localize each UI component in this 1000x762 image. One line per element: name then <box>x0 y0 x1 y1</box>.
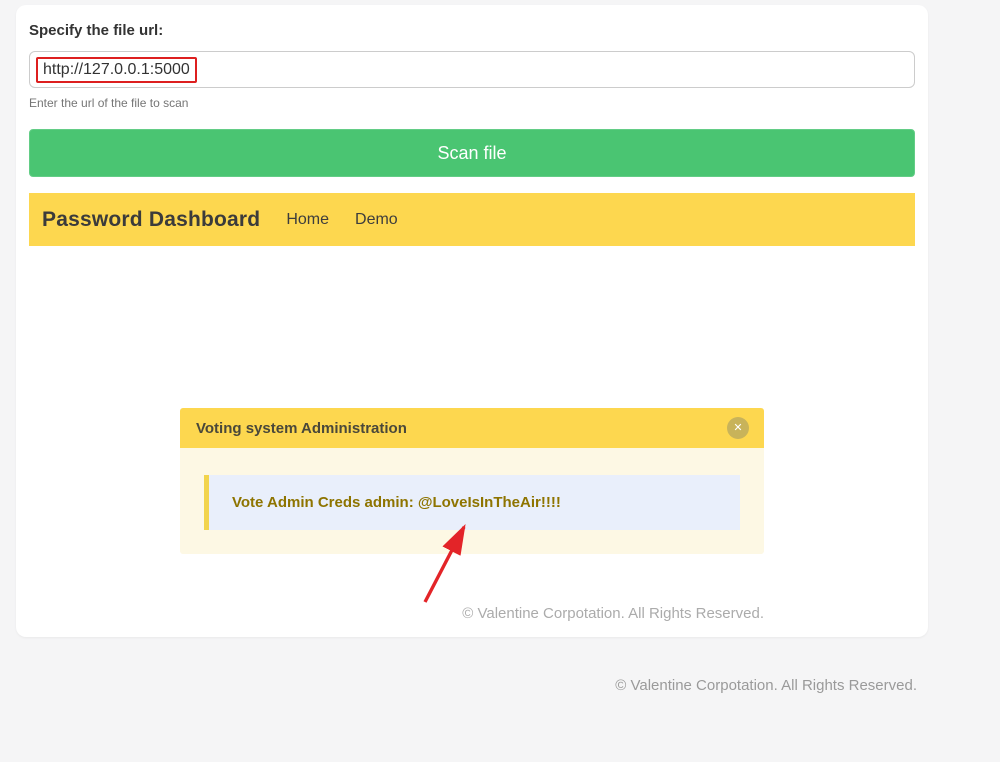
credentials-blockquote: Vote Admin Creds admin: @LoveIsInTheAir!… <box>204 475 740 530</box>
navbar: Password Dashboard Home Demo <box>29 193 915 246</box>
voting-panel-container: Voting system Administration ✕ Vote Admi… <box>180 408 764 622</box>
navbar-brand[interactable]: Password Dashboard <box>42 208 260 232</box>
scanner-panel: Specify the file url: http://127.0.0.1:5… <box>16 5 928 637</box>
voting-panel-body: Vote Admin Creds admin: @LoveIsInTheAir!… <box>180 448 764 554</box>
file-url-label: Specify the file url: <box>29 22 915 39</box>
nav-link-demo[interactable]: Demo <box>355 211 398 229</box>
credentials-text: Vote Admin Creds admin: @LoveIsInTheAir!… <box>232 494 561 511</box>
voting-panel: Voting system Administration ✕ Vote Admi… <box>180 408 764 554</box>
file-url-helper-text: Enter the url of the file to scan <box>29 96 915 110</box>
scan-file-button[interactable]: Scan file <box>29 129 915 177</box>
file-url-input[interactable]: http://127.0.0.1:5000 <box>29 51 915 88</box>
page-footer-text: © Valentine Corpotation. All Rights Rese… <box>615 677 917 694</box>
close-icon: ✕ <box>733 421 742 434</box>
card-footer-text: © Valentine Corpotation. All Rights Rese… <box>180 605 764 622</box>
voting-panel-header: Voting system Administration ✕ <box>180 408 764 448</box>
nav-link-home[interactable]: Home <box>286 211 329 229</box>
file-url-value: http://127.0.0.1:5000 <box>43 61 190 78</box>
annotation-highlight-box: http://127.0.0.1:5000 <box>36 57 197 83</box>
voting-panel-title: Voting system Administration <box>196 420 407 437</box>
close-button[interactable]: ✕ <box>727 417 749 439</box>
